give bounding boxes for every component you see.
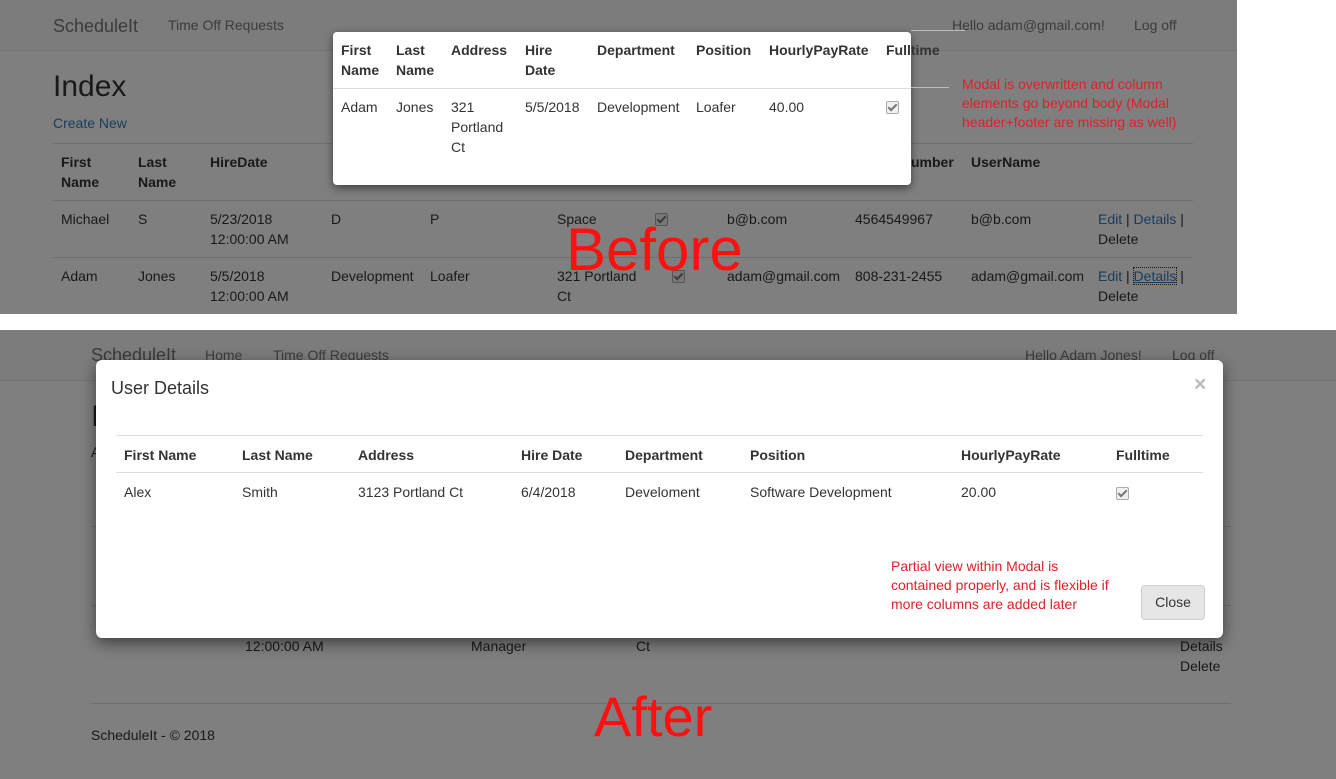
modal-header-last-name: Last Name xyxy=(242,447,313,463)
modal-cell: Development xyxy=(597,99,680,115)
modal-header-position: Position xyxy=(750,447,806,463)
divider xyxy=(116,435,1203,436)
divider xyxy=(116,472,1203,473)
close-icon[interactable]: × xyxy=(1194,373,1206,397)
after-annotation: Partial view within Modal is contained p… xyxy=(891,558,1109,612)
modal-header-address: Address xyxy=(358,447,415,463)
modal-header-department: Department xyxy=(625,447,703,463)
modal-header-department: Department xyxy=(597,42,675,58)
modal-cell: Smith xyxy=(242,484,278,500)
divider xyxy=(333,88,911,89)
annotation-line xyxy=(911,30,965,31)
after-screenshot: ScheduleIt Home Time Off Requests Hello … xyxy=(0,330,1336,779)
modal-header-last-name: Last Name xyxy=(396,42,435,78)
close-button[interactable]: Close xyxy=(1141,585,1205,620)
modal-header-hire-date: Hire Date xyxy=(525,42,556,78)
after-label: After xyxy=(594,685,713,748)
modal-header-first-name: First Name xyxy=(341,42,380,78)
fulltime-checkbox xyxy=(1116,487,1129,500)
modal-header-hourlypayrate: HourlyPayRate xyxy=(769,42,869,58)
modal-cell: Jones xyxy=(396,99,434,115)
modal-header-hourlypayrate: HourlyPayRate xyxy=(961,447,1061,463)
modal-header-fulltime: Fulltime xyxy=(886,42,940,58)
modal-cell: Alex xyxy=(124,484,152,500)
modal-cell: Develoment xyxy=(625,484,700,500)
modal-header-fulltime: Fulltime xyxy=(1116,447,1170,463)
modal-cell: 40.00 xyxy=(769,99,805,115)
modal-cell: 20.00 xyxy=(961,484,997,500)
before-annotation: Modal is overwritten and column elements… xyxy=(962,76,1177,130)
modal-cell: Loafer xyxy=(696,99,736,115)
modal-header-position: Position xyxy=(696,42,752,58)
user-details-modal: User Details × First Name Last Name Addr… xyxy=(96,360,1223,638)
annotation-line xyxy=(911,87,949,88)
modal-cell: 5/5/2018 xyxy=(525,99,580,115)
modal-title: User Details xyxy=(111,378,210,398)
modal-cell: Adam xyxy=(341,99,378,115)
modal-header-first-name: First Name xyxy=(124,447,197,463)
fulltime-checkbox xyxy=(886,101,899,114)
modal-cell: 6/4/2018 xyxy=(521,484,576,500)
modal-cell: 321 Portland Ct xyxy=(451,99,504,155)
broken-modal: First Name Last Name Address Hire Date D… xyxy=(333,32,940,185)
modal-header-address: Address xyxy=(451,42,508,58)
before-screenshot: ScheduleIt Time Off Requests Hello adam@… xyxy=(0,0,1237,314)
modal-header-hire-date: Hire Date xyxy=(521,447,583,463)
modal-cell: Software Development xyxy=(750,484,892,500)
before-label: Before xyxy=(566,216,743,283)
modal-cell: 3123 Portland Ct xyxy=(358,484,464,500)
